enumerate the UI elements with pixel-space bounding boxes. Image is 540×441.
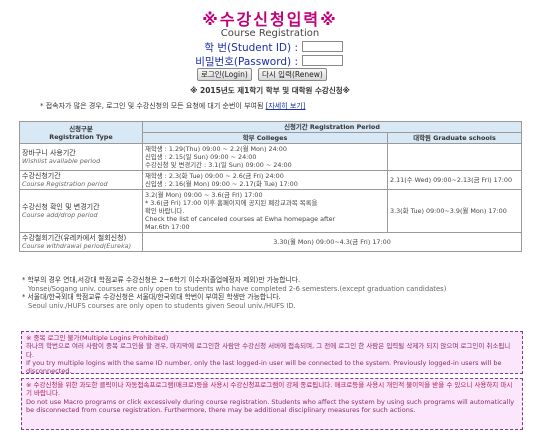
macro-warning-en: Do not use Macro programs or click exces…: [26, 397, 515, 414]
login-button[interactable]: 로그인(Login): [197, 68, 252, 81]
row-type-en: Course withdrawal period(Eureka): [22, 242, 132, 250]
student-id-input[interactable]: [302, 41, 343, 52]
queue-notice: * 접속자가 많은 경우, 로그인 및 수강신청의 모든 요청에 대기 순번이 …: [40, 101, 306, 111]
semester-notice: ※ 2015년도 제1학기 학부 및 대학원 수강신청※: [190, 86, 350, 95]
row-period-line: Check the list of canceled courses at Ew…: [145, 215, 336, 223]
table-row: 수강철회기간(유레카에서 철회신청) Course withdrawal peri…: [19, 232, 522, 252]
header-type-ko: 신청구분: [69, 124, 93, 133]
note-ko: * 서울대/한국외대 학점교류 수강신청은 서울대/한국외대 학번이 부여된 학…: [22, 293, 281, 302]
header-type-en: Registration Type: [49, 132, 113, 141]
row-period-line: Mar.6th 17:00: [145, 223, 190, 231]
table-row: 수강신청 확인 및 변경기간 Course add/drop period 3.2…: [19, 189, 522, 233]
row-period-line: * 3.6(금 Fri) 17:00 이후 홈페이지에 공지된 폐강교과목 목록…: [145, 199, 318, 207]
queue-notice-text: * 접속자가 많은 경우, 로그인 및 수강신청의 모든 요청에 대기 순번이 …: [40, 102, 264, 110]
row-grad-period: 3.3(화 Tue) 09:00~3.9(월 Mon) 17:00: [387, 189, 522, 233]
row-grad-period: [387, 143, 522, 171]
table-row: 장바구니 사용기간 Wishlist available period 재학생 :…: [19, 143, 522, 171]
row-span-period: 3.30(월 Mon) 09:00~4.3(금 Fri) 17:00: [142, 232, 522, 252]
warning-en: If you try multiple logins with the same…: [26, 358, 502, 376]
row-period-line: 재학생 : 2.3(화 Tue) 09:00 ~ 2.6(금 Fri) 24:0…: [145, 172, 284, 180]
table-row: 수강신청기간 Course Registration period 재학생 : 2…: [19, 170, 522, 190]
warning-ko: 하나의 학번으로 여러 사람이 중복 로그인을 할 경우, 마지막에 로그인한 …: [26, 342, 511, 359]
password-input[interactable]: [302, 55, 343, 66]
note-en: Seoul univ./HUFS courses are only open t…: [28, 301, 296, 310]
row-type-en: Course Registration period: [22, 180, 108, 188]
student-id-label: 학 번(Student ID) :: [204, 42, 298, 54]
macro-warning-ko: ※ 수강신청을 위한 과도한 클릭이나 자동접속프로그램(매크로)등을 사용시 …: [26, 381, 513, 398]
header-college: 학부 Colleges: [142, 132, 388, 144]
row-type-ko: 수강신청기간: [22, 172, 61, 180]
header-type: 신청구분 Registration Type: [19, 121, 143, 144]
row-period-line: 신입생 : 2.16(월 Mon) 09:00 ~ 2.17(화 Tue) 17…: [145, 180, 298, 188]
note-en: Yonsei/Sogang univ. courses are only ope…: [28, 284, 447, 293]
password-label: 비밀번호(Password) :: [195, 56, 298, 68]
header-period: 신청기간 Registration Period: [142, 121, 522, 133]
note-ko: * 학부의 경우 연대,서강대 학점교류 수강신청은 2~6학기 이수자(졸업예…: [22, 276, 301, 284]
row-type-ko: 장바구니 사용기간: [22, 149, 76, 157]
row-period-line: 신입생 : 2.15(일 Sun) 09:00 ~ 24:00: [145, 153, 257, 161]
page-subtitle: Course Registration: [220, 28, 320, 39]
header-grad: 대학원 Graduate schools: [387, 132, 522, 144]
page-title: ※수강신청입력※: [202, 10, 338, 29]
row-period-line: 확인 바랍니다.: [145, 207, 185, 215]
renew-button[interactable]: 다시 입력(Renew): [258, 68, 327, 81]
notes: * 학부의 경우 연대,서강대 학점교류 수강신청은 2~6학기 이수자(졸업예…: [22, 276, 522, 310]
multiple-login-warning: ※ 중복 로그인 불가(Multiple Logins Prohibited) …: [21, 331, 523, 376]
row-type-ko: 수강신청 확인 및 변경기간: [22, 203, 100, 211]
row-type-en: Course add/drop period: [22, 211, 98, 219]
row-grad-period: 2.11(수 Wed) 09:00~2.13(금 Fri) 17:00: [387, 170, 522, 190]
row-type-ko: 수강철회기간(유레카에서 철회신청): [22, 234, 127, 242]
details-link[interactable]: [자세히 보기]: [266, 102, 306, 110]
row-period-line: 수강신청 및 변경기간 : 3.1(일 Sun) 09:00 ~ 24:00: [145, 161, 292, 169]
row-period-line: 재학생 : 1.29(Thu) 09:00 ~ 2.2(월 Mon) 24:00: [145, 145, 287, 153]
schedule-table: 신청구분 Registration Type 신청기간 Registration…: [19, 121, 522, 252]
row-type-en: Wishlist available period: [22, 157, 101, 165]
row-period-line: 3.2(월 Mon) 09:00 ~ 3.6(금 Fri) 17:00: [145, 191, 263, 199]
macro-warning: ※ 수강신청을 위한 과도한 클릭이나 자동접속프로그램(매크로)등을 사용시 …: [21, 378, 523, 430]
